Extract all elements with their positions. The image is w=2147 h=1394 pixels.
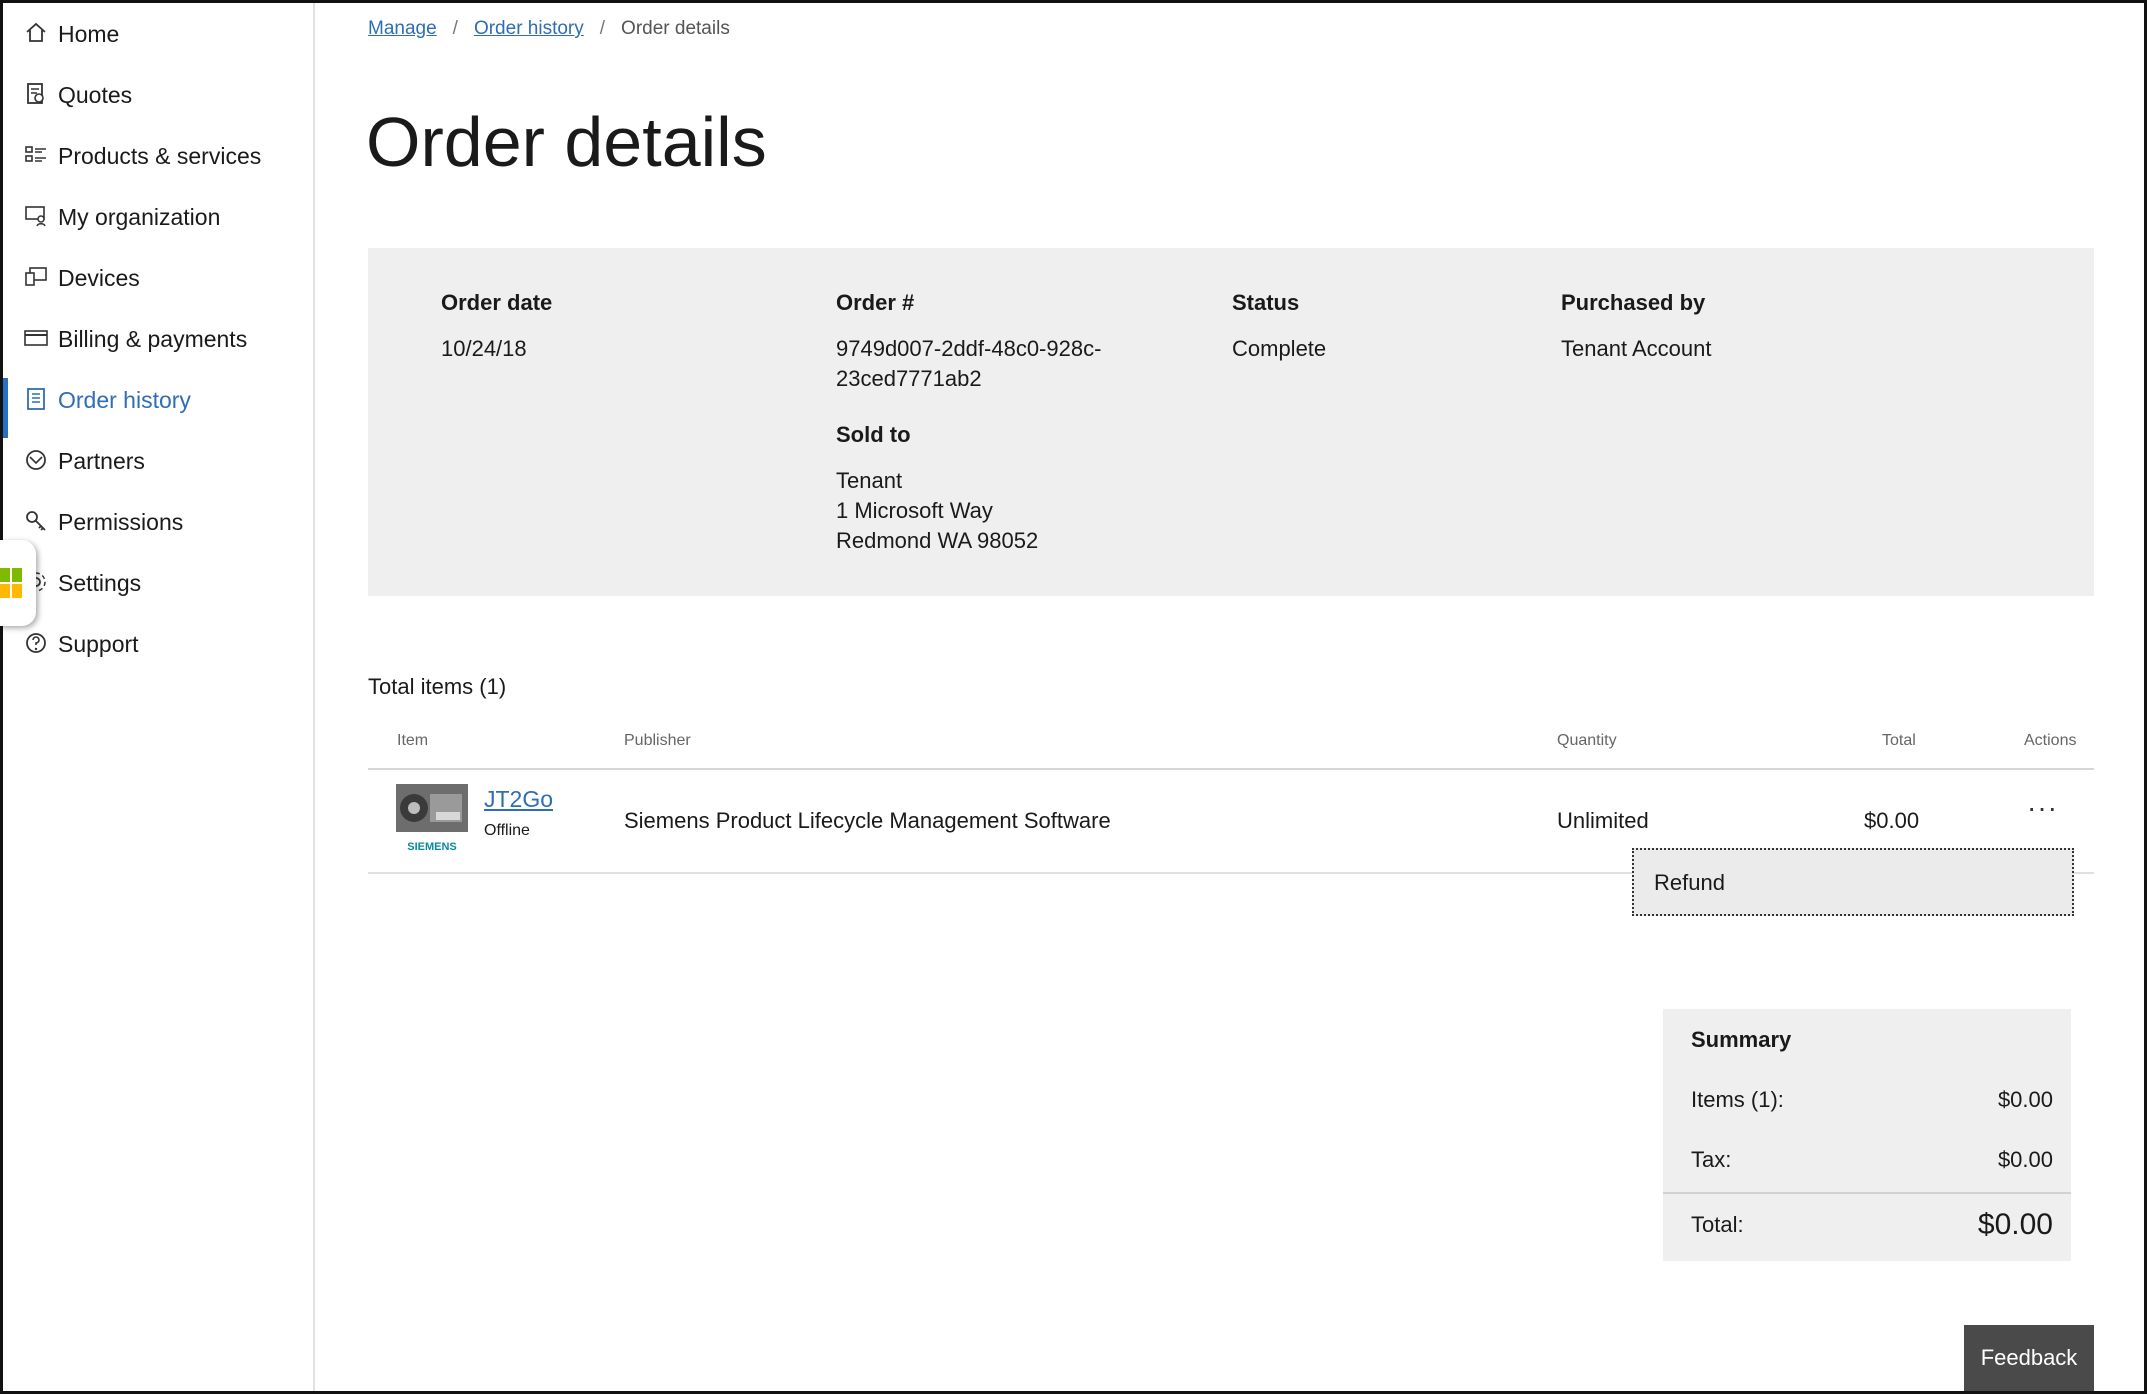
billing-icon (24, 330, 48, 346)
order-info-panel: Order date 10/24/18 Order # 9749d007-2dd… (368, 248, 2094, 596)
refund-menu-item[interactable]: Refund (1654, 870, 1725, 896)
purchased-by-value: Tenant Account (1561, 336, 1712, 361)
order-date-value: 10/24/18 (441, 336, 527, 361)
sidebar-item-label: Quotes (58, 81, 133, 108)
total-items-heading: Total items (1) (368, 674, 507, 699)
sidebar-item-order-history[interactable]: Order history (3, 378, 313, 438)
summary-items-row: Items (1): $0.00 (1691, 1087, 2053, 1113)
status-block: Status Complete (1232, 290, 1326, 364)
column-header-total: Total (1882, 732, 1916, 749)
summary-tax-label: Tax: (1691, 1147, 1732, 1172)
sidebar-item-partners[interactable]: Partners (3, 439, 313, 483)
partners-icon (26, 450, 46, 470)
purchased-by-block: Purchased by Tenant Account (1561, 290, 1711, 364)
summary-tax-value: $0.00 (1997, 1147, 2053, 1172)
microsoft-logo-icon (0, 568, 22, 598)
column-header-quantity: Quantity (1557, 732, 1617, 749)
sidebar-item-label: Billing & payments (58, 325, 248, 352)
sidebar-item-label: Devices (58, 264, 140, 291)
summary-items-label: Items (1): (1691, 1087, 1784, 1112)
product-name-link[interactable]: JT2Go (484, 786, 553, 813)
purchased-by-label: Purchased by (1561, 290, 1706, 315)
order-summary: Summary Items (1): $0.00 Tax: $0.00 Tota… (1663, 1009, 2071, 1261)
breadcrumb-order-history-link[interactable]: Order history (474, 18, 584, 40)
products-icon (25, 146, 46, 162)
column-header-actions: Actions (2024, 732, 2077, 749)
summary-tax-row: Tax: $0.00 (1691, 1147, 2053, 1173)
sidebar-item-permissions[interactable]: Permissions (3, 500, 313, 544)
order-number-value: 9749d007-2ddf-48c0-928c- 23ced7771ab2 (836, 334, 1156, 394)
sidebar-item-label: My organization (58, 203, 221, 230)
sidebar-item-label: Partners (58, 447, 145, 474)
sold-to-line: Tenant (836, 468, 903, 493)
active-indicator (3, 378, 8, 438)
sidebar-item-label: Permissions (58, 508, 184, 535)
product-logo: SIEMENS (396, 784, 468, 856)
sidebar: Home Quotes Products & services My organ… (3, 3, 315, 1391)
order-date-label: Order date (441, 290, 553, 315)
sold-to-address: Tenant 1 Microsoft Way Redmond WA 98052 (836, 466, 1156, 556)
sold-to-line: Redmond WA 98052 (836, 528, 1039, 553)
sidebar-item-label: Settings (58, 569, 142, 596)
total-cell: $0.00 (1864, 808, 1920, 833)
actions-dropdown-menu: Refund (1632, 848, 2074, 916)
summary-items-value: $0.00 (1997, 1087, 2053, 1112)
quantity-cell: Unlimited (1557, 808, 1649, 833)
feedback-button[interactable]: Feedback (1964, 1325, 2094, 1391)
sidebar-item-devices[interactable]: Devices (3, 256, 313, 300)
sidebar-item-products-services[interactable]: Products & services (3, 134, 313, 178)
sidebar-item-label: Support (58, 630, 139, 657)
sold-to-line: 1 Microsoft Way (836, 498, 993, 523)
support-icon (26, 633, 46, 653)
summary-total-value: $0.00 (1977, 1208, 2053, 1241)
breadcrumb-separator: / (452, 18, 458, 39)
microsoft-launcher-tab[interactable] (0, 540, 36, 626)
siemens-logo-text: SIEMENS (407, 841, 457, 853)
breadcrumb: Manage / Order history / Order details (368, 18, 730, 40)
status-value: Complete (1232, 336, 1327, 361)
summary-total-label: Total: (1691, 1212, 1744, 1237)
order-number-line: 9749d007-2ddf-48c0-928c- (836, 336, 1102, 361)
order-number-block: Order # 9749d007-2ddf-48c0-928c- 23ced77… (836, 290, 1156, 556)
sold-to-label: Sold to (836, 422, 911, 447)
sidebar-item-my-organization[interactable]: My organization (3, 195, 313, 239)
sidebar-item-label: Home (58, 20, 120, 47)
organization-icon (25, 206, 46, 227)
devices-icon (25, 267, 47, 286)
product-subtitle: Offline (484, 822, 530, 839)
status-label: Status (1232, 290, 1300, 315)
permissions-icon (26, 511, 46, 531)
column-header-publisher: Publisher (624, 732, 691, 749)
summary-title: Summary (1691, 1027, 1792, 1052)
sidebar-item-billing-payments[interactable]: Billing & payments (3, 317, 313, 361)
product-image-icon: SIEMENS (396, 784, 468, 853)
sidebar-item-quotes[interactable]: Quotes (3, 73, 313, 117)
breadcrumb-separator: / (599, 18, 606, 39)
order-number-label: Order # (836, 290, 915, 315)
summary-total-row: Total: $0.00 (1691, 1208, 2053, 1242)
breadcrumb-current: Order details (621, 18, 730, 39)
sidebar-item-home[interactable]: Home (3, 12, 313, 56)
sidebar-item-label: Order history (58, 386, 191, 413)
sidebar-item-settings[interactable]: Settings (3, 561, 313, 605)
quotes-icon (27, 83, 44, 104)
sidebar-item-support[interactable]: Support (3, 622, 313, 666)
breadcrumb-manage-link[interactable]: Manage (368, 18, 437, 40)
order-number-line: 23ced7771ab2 (836, 366, 982, 391)
publisher-cell: Siemens Product Lifecycle Management Sof… (624, 808, 1111, 833)
home-icon (26, 22, 46, 42)
page-title: Order details (366, 103, 767, 181)
summary-divider (1663, 1192, 2071, 1194)
more-actions-button[interactable]: ··· (2027, 792, 2058, 824)
order-date-block: Order date 10/24/18 (441, 290, 552, 364)
column-header-item: Item (397, 732, 429, 749)
order-history-icon (27, 388, 45, 410)
items-table-header: Item Publisher Quantity Total Actions (368, 720, 2094, 770)
sidebar-item-label: Products & services (58, 142, 262, 169)
